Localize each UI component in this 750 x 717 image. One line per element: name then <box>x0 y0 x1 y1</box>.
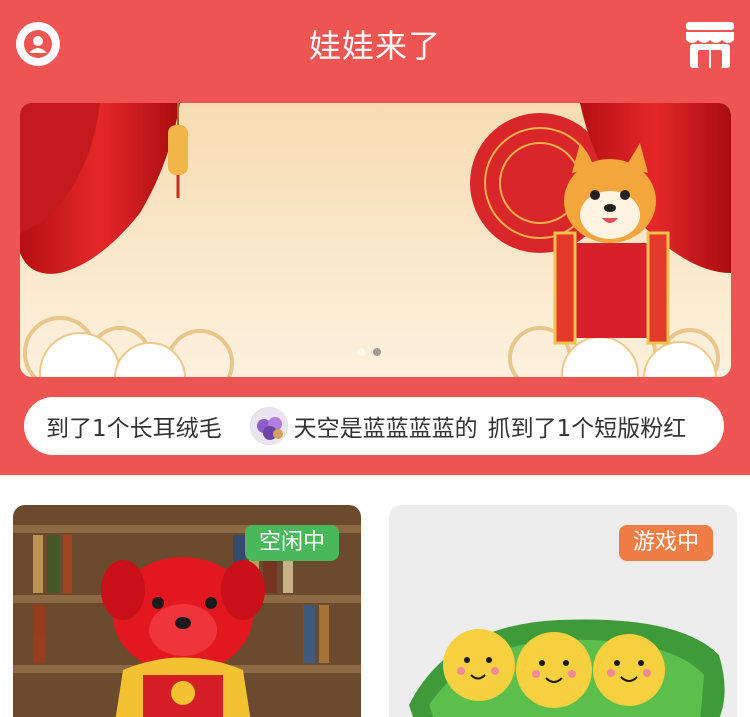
shop-icon <box>686 22 734 68</box>
winner-ticker: 到了1个长耳绒毛 天空是蓝蓝蓝蓝的 抓到了1个短版粉红 <box>24 397 724 455</box>
banner-dot-active[interactable] <box>373 348 381 356</box>
winner-avatar <box>249 407 288 445</box>
promo-banner[interactable] <box>20 103 731 377</box>
app-title: 娃娃来了 <box>308 27 441 65</box>
ticker-prefix-text: 到了1个长耳绒毛 <box>46 416 222 442</box>
winner-action-text: 抓到了1个短版粉红 <box>487 416 687 442</box>
machine-card[interactable]: 游戏中 <box>389 505 737 717</box>
status-badge: 空闲中 <box>244 525 339 561</box>
banner-pagination <box>357 348 381 356</box>
status-badge: 游戏中 <box>618 525 713 561</box>
machine-card[interactable]: 空闲中 <box>13 505 361 717</box>
banner-artwork <box>20 103 731 377</box>
shop-button[interactable] <box>684 20 736 70</box>
winner-name: 天空是蓝蓝蓝蓝的 <box>293 416 478 442</box>
banner-dot[interactable] <box>357 348 365 356</box>
